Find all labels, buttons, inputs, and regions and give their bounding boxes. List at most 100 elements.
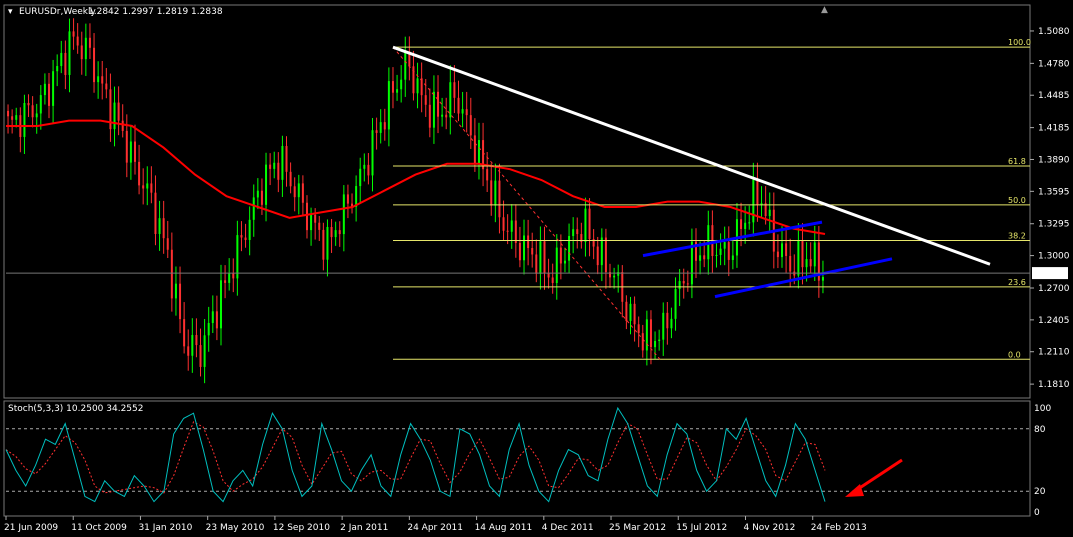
price-tick-label: 1.4485	[1038, 91, 1070, 101]
candle-body	[211, 311, 214, 324]
price-tick-label: 1.4780	[1038, 59, 1070, 69]
date-tick-label: 11 Oct 2009	[71, 523, 127, 533]
candle-body	[260, 190, 263, 205]
candle-body	[68, 31, 71, 75]
candle-body	[219, 280, 222, 329]
candle-body	[297, 183, 300, 198]
candle-body	[179, 283, 182, 320]
candle-body	[813, 242, 816, 267]
candle-body	[625, 301, 628, 321]
price-tick-label: 1.2700	[1038, 284, 1070, 294]
candle-body	[84, 37, 87, 60]
candle-body	[371, 130, 374, 176]
candle-body	[97, 76, 100, 83]
candle-body	[523, 235, 526, 261]
candle-body	[437, 91, 440, 117]
candle-body	[215, 311, 218, 329]
candle-body	[416, 78, 419, 94]
candle-body	[797, 240, 800, 276]
candle-body	[461, 109, 464, 114]
candle-body	[248, 219, 251, 240]
candle-body	[563, 260, 566, 264]
candle-body	[342, 194, 345, 235]
candle-body	[285, 145, 288, 172]
current-price-label: 1.2838	[1036, 270, 1068, 280]
candle-body	[486, 169, 489, 181]
candle-body	[715, 254, 718, 256]
candle-body	[744, 222, 747, 230]
candle-body	[633, 303, 636, 325]
candle-body	[301, 183, 304, 203]
candle-body	[527, 235, 530, 249]
candle-body	[203, 335, 206, 367]
candle-body	[60, 52, 63, 67]
candle-body	[781, 243, 784, 258]
date-tick-label: 23 May 2010	[206, 523, 265, 533]
candle-body	[584, 208, 587, 242]
fib-label: 50.0	[1008, 196, 1026, 205]
date-tick-label: 4 Nov 2012	[743, 523, 795, 533]
candle-body	[281, 145, 284, 180]
candle-body	[555, 247, 558, 283]
candle-body	[88, 37, 91, 48]
candle-body	[158, 218, 161, 235]
fib-label: 100.0	[1008, 38, 1031, 47]
candle-body	[318, 222, 321, 230]
candle-body	[821, 277, 824, 281]
candle-body	[305, 202, 308, 231]
candle-body	[35, 113, 38, 118]
symbol-header-icon[interactable]: ▾	[8, 7, 13, 17]
candle-body	[265, 164, 268, 205]
symbol-header: EURUSDr,Weekly	[19, 7, 96, 17]
candle-body	[658, 339, 661, 341]
candle-body	[334, 230, 337, 238]
stoch-header: Stoch(5,3,3) 10.2500 34.2552	[8, 404, 143, 414]
candle-body	[649, 319, 652, 348]
candle-body	[789, 255, 792, 272]
candle-body	[400, 79, 403, 90]
candle-body	[604, 237, 607, 273]
candle-body	[506, 230, 509, 232]
candle-body	[64, 52, 67, 75]
candle-body	[776, 251, 779, 258]
candle-body	[113, 102, 116, 130]
date-axis: 21 Jun 2009 11 Oct 2009 31 Jan 2010 23 May …	[4, 516, 867, 533]
candle-body	[428, 104, 431, 128]
candle-body	[39, 95, 42, 114]
price-tick-label: 1.2110	[1038, 348, 1070, 358]
price-tick-label: 1.4185	[1038, 124, 1070, 134]
candle-body	[768, 209, 771, 217]
candle-body	[174, 283, 177, 299]
price-tick-label: 1.3000	[1038, 252, 1070, 262]
chart-window: 100.0 61.8 50.0 38.2 23.6 0.0 1.5080 1.4780 1.4…	[0, 0, 1073, 537]
candle-body	[146, 183, 149, 189]
candle-body	[617, 272, 620, 276]
candle-body	[43, 83, 46, 96]
chart-canvas: 100.0 61.8 50.0 38.2 23.6 0.0 1.5080 1.4780 1.4…	[3, 4, 1070, 533]
candle-body	[142, 185, 145, 189]
stoch-axis-label: 20	[1034, 487, 1046, 497]
candle-body	[629, 303, 632, 321]
candle-body	[199, 345, 202, 367]
candle-body	[15, 115, 18, 120]
candle-body	[293, 186, 296, 198]
candle-body	[240, 235, 243, 238]
candle-body	[539, 241, 542, 274]
candle-body	[494, 180, 497, 206]
candle-body	[469, 115, 472, 136]
candle-body	[56, 66, 59, 72]
candle-body	[723, 242, 726, 249]
stoch-axis-label: 80	[1034, 425, 1046, 435]
collapse-icon[interactable]: ▲	[821, 5, 828, 15]
candle-body	[678, 281, 681, 289]
date-tick-label: 2 Jan 2011	[340, 523, 388, 533]
candle-body	[11, 116, 14, 120]
date-tick-label: 24 Apr 2011	[407, 523, 463, 533]
candle-body	[662, 312, 665, 340]
candle-body	[596, 246, 599, 266]
candle-body	[27, 103, 30, 106]
candle-body	[273, 162, 276, 169]
candle-body	[232, 273, 235, 279]
candle-body	[801, 240, 804, 268]
candle-body	[424, 95, 427, 105]
